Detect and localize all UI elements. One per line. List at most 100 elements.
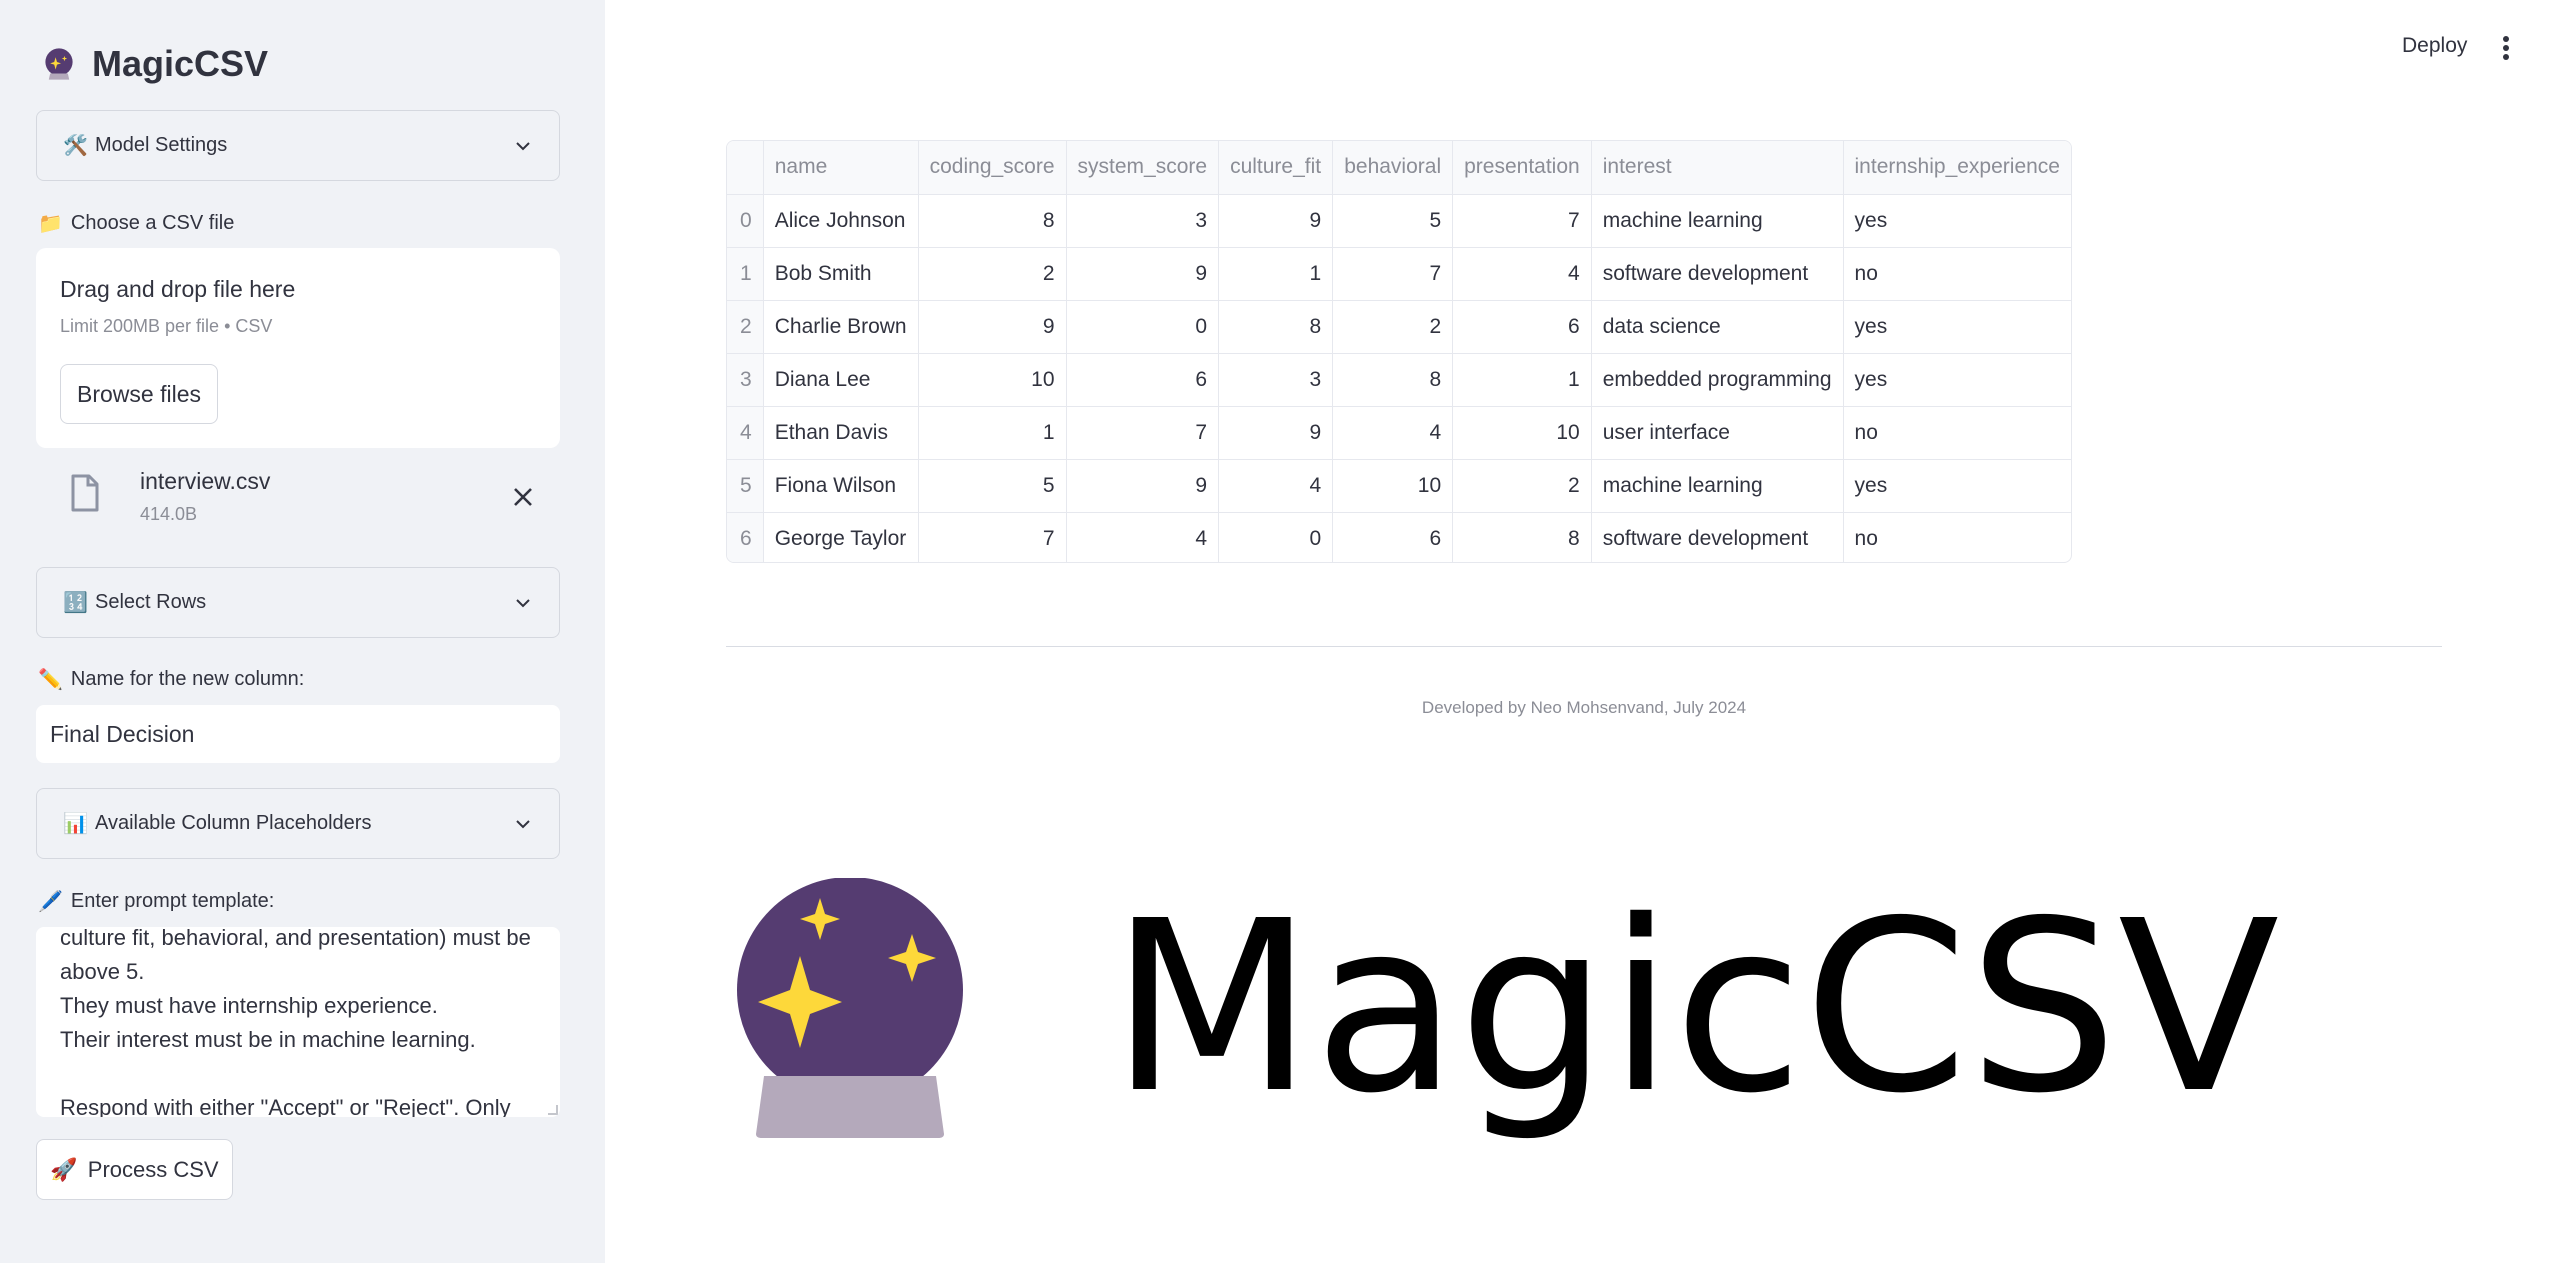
table-cell[interactable]: 3 bbox=[1066, 194, 1220, 248]
table-cell[interactable]: no bbox=[1843, 512, 2071, 562]
row-index[interactable]: 4 bbox=[727, 406, 764, 460]
table-cell[interactable]: 9 bbox=[1066, 247, 1220, 301]
kebab-menu-icon[interactable] bbox=[2496, 34, 2516, 62]
table-cell[interactable]: 4 bbox=[1066, 512, 1220, 562]
table-cell[interactable]: 4 bbox=[1332, 406, 1454, 460]
file-size: 414.0B bbox=[140, 504, 198, 524]
column-placeholders-expander[interactable]: 📊 Available Column Placeholders bbox=[36, 788, 560, 859]
table-cell[interactable]: 10 bbox=[1452, 406, 1592, 460]
table-cell[interactable]: Diana Lee bbox=[763, 353, 919, 407]
index-header[interactable] bbox=[727, 141, 764, 195]
table-cell[interactable]: 6 bbox=[1066, 353, 1220, 407]
table-cell[interactable]: Fiona Wilson bbox=[763, 459, 919, 513]
resize-handle[interactable] bbox=[548, 1105, 558, 1115]
table-cell[interactable]: yes bbox=[1843, 353, 2071, 407]
table-cell[interactable]: 2 bbox=[1332, 300, 1454, 354]
table-cell[interactable]: George Taylor bbox=[763, 512, 919, 562]
column-placeholders-label: Available Column Placeholders bbox=[95, 812, 372, 834]
column-header[interactable]: presentation bbox=[1452, 141, 1592, 195]
table-cell[interactable]: 6 bbox=[1332, 512, 1454, 562]
table-cell[interactable]: 9 bbox=[1218, 406, 1334, 460]
column-header[interactable]: internship_experience bbox=[1843, 141, 2071, 195]
table-cell[interactable]: 9 bbox=[918, 300, 1067, 354]
column-header[interactable]: culture_fit bbox=[1218, 141, 1334, 195]
table-cell[interactable]: Charlie Brown bbox=[763, 300, 919, 354]
table-cell[interactable]: 3 bbox=[1218, 353, 1334, 407]
close-icon[interactable] bbox=[510, 484, 536, 510]
dataframe[interactable]: name coding_score system_score culture_fit b… bbox=[726, 140, 2072, 563]
data-table: name coding_score system_score culture_fit b… bbox=[727, 141, 2071, 562]
model-settings-expander[interactable]: 🛠️ Model Settings bbox=[36, 110, 560, 181]
table-cell[interactable]: software development bbox=[1591, 512, 1844, 562]
table-cell[interactable]: 7 bbox=[1452, 194, 1592, 248]
table-row: 2 Charlie Brown 9 0 8 2 6 data science yes bbox=[727, 300, 2071, 354]
table-cell[interactable]: machine learning bbox=[1591, 459, 1844, 513]
table-cell[interactable]: 8 bbox=[1218, 300, 1334, 354]
table-cell[interactable]: 8 bbox=[1332, 353, 1454, 407]
table-cell[interactable]: 8 bbox=[1452, 512, 1592, 562]
table-cell[interactable]: 4 bbox=[1218, 459, 1334, 513]
file-uploader-label: 📁 Choose a CSV file bbox=[38, 211, 234, 236]
table-cell[interactable]: 7 bbox=[1332, 247, 1454, 301]
row-index[interactable]: 0 bbox=[727, 194, 764, 248]
row-index[interactable]: 6 bbox=[727, 512, 764, 562]
row-index[interactable]: 3 bbox=[727, 353, 764, 407]
column-header[interactable]: behavioral bbox=[1332, 141, 1454, 195]
table-cell[interactable]: 10 bbox=[1332, 459, 1454, 513]
new-column-name-input[interactable] bbox=[36, 705, 560, 763]
table-cell[interactable]: 1 bbox=[1452, 353, 1592, 407]
table-cell[interactable]: 10 bbox=[918, 353, 1067, 407]
deploy-button[interactable]: Deploy bbox=[2402, 34, 2467, 58]
column-header[interactable]: name bbox=[763, 141, 919, 195]
table-row: 3 Diana Lee 10 6 3 8 1 embedded programming yes bbox=[727, 353, 2071, 407]
column-header[interactable]: system_score bbox=[1066, 141, 1220, 195]
numbers-icon: 🔢 bbox=[63, 592, 88, 614]
browse-files-button[interactable]: Browse files bbox=[60, 364, 218, 424]
table-cell[interactable]: 8 bbox=[918, 194, 1067, 248]
table-cell[interactable]: machine learning bbox=[1591, 194, 1844, 248]
table-cell[interactable]: 9 bbox=[1218, 194, 1334, 248]
table-cell[interactable]: user interface bbox=[1591, 406, 1844, 460]
select-rows-expander[interactable]: 🔢 Select Rows bbox=[36, 567, 560, 638]
table-cell[interactable]: embedded programming bbox=[1591, 353, 1844, 407]
table-cell[interactable]: 0 bbox=[1066, 300, 1220, 354]
crystal-ball-icon bbox=[45, 48, 73, 80]
table-cell[interactable]: Ethan Davis bbox=[763, 406, 919, 460]
table-cell[interactable]: 5 bbox=[1332, 194, 1454, 248]
column-header[interactable]: coding_score bbox=[918, 141, 1067, 195]
new-column-label: ✏️ Name for the new column: bbox=[38, 667, 304, 692]
table-cell[interactable]: 5 bbox=[918, 459, 1067, 513]
table-cell[interactable]: 2 bbox=[1452, 459, 1592, 513]
bar-chart-icon: 📊 bbox=[63, 813, 88, 835]
file-dropzone[interactable]: Drag and drop file here Limit 200MB per … bbox=[36, 248, 560, 448]
column-header[interactable]: interest bbox=[1591, 141, 1844, 195]
table-cell[interactable]: no bbox=[1843, 247, 2071, 301]
table-cell[interactable]: 1 bbox=[1218, 247, 1334, 301]
table-cell[interactable]: 2 bbox=[918, 247, 1067, 301]
table-cell[interactable]: Bob Smith bbox=[763, 247, 919, 301]
uploaded-file: interview.csv 414.0B bbox=[36, 460, 560, 536]
table-cell[interactable]: 7 bbox=[1066, 406, 1220, 460]
row-index[interactable]: 1 bbox=[727, 247, 764, 301]
table-cell[interactable]: 1 bbox=[918, 406, 1067, 460]
select-rows-label: Select Rows bbox=[95, 591, 207, 613]
table-cell[interactable]: 4 bbox=[1452, 247, 1592, 301]
logo-text: MagicCSV bbox=[1110, 870, 2280, 1145]
row-index[interactable]: 5 bbox=[727, 459, 764, 513]
table-row: 6 George Taylor 7 4 0 6 8 software development n… bbox=[727, 512, 2071, 562]
row-index[interactable]: 2 bbox=[727, 300, 764, 354]
table-cell[interactable]: 9 bbox=[1066, 459, 1220, 513]
table-cell[interactable]: yes bbox=[1843, 194, 2071, 248]
prompt-template-textarea[interactable]: culture fit, behavioral, and presentatio… bbox=[36, 927, 560, 1117]
table-cell[interactable]: yes bbox=[1843, 300, 2071, 354]
app-title: MagicCSV bbox=[92, 43, 269, 84]
table-cell[interactable]: 0 bbox=[1218, 512, 1334, 562]
table-cell[interactable]: no bbox=[1843, 406, 2071, 460]
table-cell[interactable]: 6 bbox=[1452, 300, 1592, 354]
table-cell[interactable]: 7 bbox=[918, 512, 1067, 562]
table-cell[interactable]: data science bbox=[1591, 300, 1844, 354]
table-cell[interactable]: yes bbox=[1843, 459, 2071, 513]
table-cell[interactable]: Alice Johnson bbox=[763, 194, 919, 248]
table-cell[interactable]: software development bbox=[1591, 247, 1844, 301]
process-csv-button[interactable]: 🚀 Process CSV bbox=[36, 1139, 233, 1200]
